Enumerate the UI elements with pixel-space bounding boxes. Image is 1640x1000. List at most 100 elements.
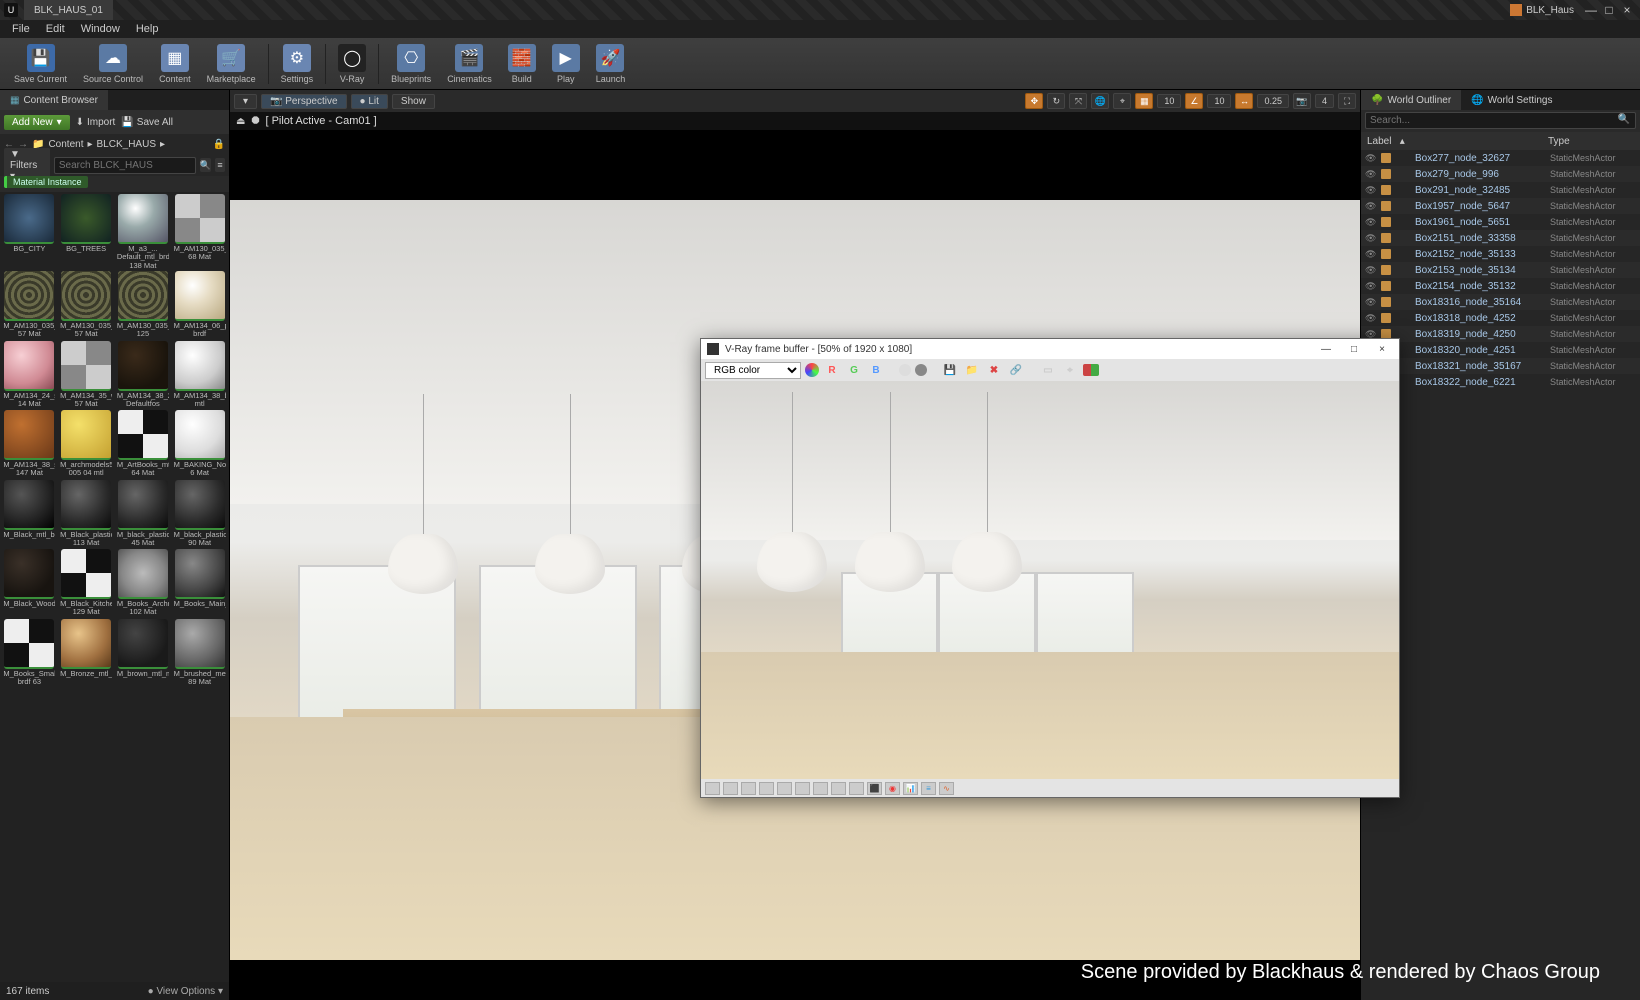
scale-snap-value[interactable]: 0.25 <box>1257 94 1289 108</box>
vfb-sb-10[interactable]: ⬛ <box>867 782 882 795</box>
vfb-link-icon[interactable]: 🔗 <box>1007 362 1025 378</box>
save-current-button[interactable]: 💾Save Current <box>6 42 75 86</box>
save-all-button[interactable]: 💾 Save All <box>121 117 173 128</box>
outliner-row[interactable]: 👁Box18321_node_35167StaticMeshActor <box>1361 358 1640 374</box>
vfb-open-icon[interactable]: 📁 <box>963 362 981 378</box>
close-button[interactable]: × <box>1618 3 1636 17</box>
material-thumbnail[interactable]: M_Bronze_mtl_brdf_40_Mat <box>59 619 114 687</box>
material-thumbnail[interactable]: M_black_plastic_mtl_brdf 45 Mat <box>116 480 171 548</box>
visibility-icon[interactable]: 👁 <box>1365 313 1377 324</box>
visibility-icon[interactable]: 👁 <box>1365 153 1377 164</box>
vfb-sb-12[interactable]: 📊 <box>903 782 918 795</box>
import-button[interactable]: ⬇ Import <box>76 117 116 128</box>
viewport-options-button[interactable]: ▾ <box>234 94 257 109</box>
vfb-mono-switch[interactable] <box>899 364 911 376</box>
material-thumbnail[interactable]: M_AM130_035_005_mtl_brdf 57 Mat <box>59 271 114 339</box>
outliner-row[interactable]: 👁Box1957_node_5647StaticMeshActor <box>1361 198 1640 214</box>
visibility-icon[interactable]: 👁 <box>1365 217 1377 228</box>
marketplace-button[interactable]: 🛒Marketplace <box>199 42 264 86</box>
visibility-icon[interactable]: 👁 <box>1365 265 1377 276</box>
material-thumbnail[interactable]: M_Black_Kitchen_mtl_brdf 129 Mat <box>59 549 114 617</box>
grid-snap-value[interactable]: 10 <box>1157 94 1181 108</box>
launch-button[interactable]: 🚀Launch <box>588 42 634 86</box>
lock-icon[interactable]: 🔒 <box>213 139 225 150</box>
menu-help[interactable]: Help <box>130 23 165 35</box>
vfb-render-view[interactable] <box>701 381 1399 779</box>
grid-snap-icon[interactable]: ▦ <box>1135 93 1153 109</box>
vfb-blue-channel[interactable]: B <box>867 362 885 378</box>
material-thumbnail[interactable]: M_black_plastic_mtl_brdf 90 Mat <box>172 480 227 548</box>
outliner-row[interactable]: 👁Box18320_node_4251StaticMeshActor <box>1361 342 1640 358</box>
stop-pilot-icon[interactable]: ⯃ <box>251 116 259 127</box>
vfb-save-icon[interactable]: 💾 <box>941 362 959 378</box>
vfb-sb-14[interactable]: ∿ <box>939 782 954 795</box>
visibility-icon[interactable]: 👁 <box>1365 249 1377 260</box>
visibility-icon[interactable]: 👁 <box>1365 185 1377 196</box>
outliner-row[interactable]: 👁Box18322_node_6221StaticMeshActor <box>1361 374 1640 390</box>
vfb-sb-11[interactable]: ◉ <box>885 782 900 795</box>
camera-speed-value[interactable]: 4 <box>1315 94 1334 108</box>
vfb-sb-6[interactable]: ⌂ <box>795 782 810 795</box>
vfb-sb-9[interactable]: ⬚ <box>849 782 864 795</box>
material-thumbnail[interactable]: M_AM130_035_007_mtl_brdf 125 <box>116 271 171 339</box>
vfb-clear-icon[interactable]: ✖ <box>985 362 1003 378</box>
material-thumbnail[interactable]: M_AM130_035_003_mtl_brdf 57 Mat <box>2 271 57 339</box>
vfb-sb-1[interactable]: ▦ <box>705 782 720 795</box>
outliner-row[interactable]: 👁Box277_node_32627StaticMeshActor <box>1361 150 1640 166</box>
viewport-maximize-icon[interactable]: ⛶ <box>1338 93 1356 109</box>
vfb-red-channel[interactable]: R <box>823 362 841 378</box>
tab-world-settings[interactable]: 🌐 World Settings <box>1461 90 1562 110</box>
outliner-row[interactable]: 👁Box279_node_996StaticMeshActor <box>1361 166 1640 182</box>
vfb-sb-7[interactable]: i <box>813 782 828 795</box>
scale-snap-icon[interactable]: ↔ <box>1235 93 1253 109</box>
material-thumbnail[interactable]: M_brown_mtl_mtl_brdf <box>116 619 171 687</box>
menu-edit[interactable]: Edit <box>40 23 71 35</box>
material-thumbnail[interactable]: M_Books_Main_Shelf_Test_mtl_brdf <box>172 549 227 617</box>
filter-tag[interactable]: Material Instance <box>4 176 88 188</box>
vfb-sb-13[interactable]: ≡ <box>921 782 936 795</box>
material-thumbnail[interactable]: M_brushed_metal_mtl_brdf 89 Mat <box>172 619 227 687</box>
vfb-region-icon[interactable]: ▭ <box>1039 362 1057 378</box>
outliner-search-input[interactable] <box>1365 112 1636 129</box>
vfb-sb-8[interactable]: H <box>831 782 846 795</box>
settings-button[interactable]: ⚙Settings <box>273 42 322 86</box>
transform-scale-icon[interactable]: ⤧ <box>1069 93 1087 109</box>
material-thumbnail[interactable]: M_a3_... Default_mtl_brdf 138 Mat <box>116 194 171 269</box>
outliner-row[interactable]: 👁Box1961_node_5651StaticMeshActor <box>1361 214 1640 230</box>
vray-frame-buffer-window[interactable]: V-Ray frame buffer - [50% of 1920 x 1080… <box>700 338 1400 798</box>
outliner-row[interactable]: 👁Box18319_node_4250StaticMeshActor <box>1361 326 1640 342</box>
content-search-input[interactable] <box>54 157 196 174</box>
outliner-row[interactable]: 👁Box291_node_32485StaticMeshActor <box>1361 182 1640 198</box>
angle-snap-value[interactable]: 10 <box>1207 94 1231 108</box>
material-thumbnail[interactable]: M_Books_Small_Shelf_mtl brdf 63 <box>2 619 57 687</box>
menu-window[interactable]: Window <box>75 23 126 35</box>
material-thumbnail[interactable]: M_AM134_38_sticker_mtl_brdf 147 Mat <box>2 410 57 478</box>
outliner-row[interactable]: 👁Box2151_node_33358StaticMeshActor <box>1361 230 1640 246</box>
outliner-row[interactable]: 👁Box2153_node_35134StaticMeshActor <box>1361 262 1640 278</box>
camera-speed-icon[interactable]: 📷 <box>1293 93 1311 109</box>
show-button[interactable]: Show <box>392 94 435 109</box>
cinematics-button[interactable]: 🎬Cinematics <box>439 42 500 86</box>
outliner-row[interactable]: 👁Box2152_node_35133StaticMeshActor <box>1361 246 1640 262</box>
crumb-content[interactable]: Content <box>48 139 83 150</box>
col-label[interactable]: Label ▴ <box>1367 136 1548 147</box>
menu-file[interactable]: File <box>6 23 36 35</box>
angle-snap-icon[interactable]: ∠ <box>1185 93 1203 109</box>
material-thumbnail[interactable]: M_Black_mtl_brdf_49_Mat <box>2 480 57 548</box>
coord-space-icon[interactable]: 🌐 <box>1091 93 1109 109</box>
tab-world-outliner[interactable]: 🌳 World Outliner <box>1361 90 1461 110</box>
blueprints-button[interactable]: ⎔Blueprints <box>383 42 439 86</box>
vfb-close-button[interactable]: × <box>1371 344 1393 355</box>
transform-rotate-icon[interactable]: ↻ <box>1047 93 1065 109</box>
minimize-button[interactable]: — <box>1582 3 1600 17</box>
search-settings-icon[interactable]: ≡ <box>215 158 225 172</box>
vfb-mono-switch-2[interactable] <box>915 364 927 376</box>
material-thumbnail[interactable]: M_Black_plastic_mtl_brdf 113 Mat <box>59 480 114 548</box>
col-type[interactable]: Type <box>1548 136 1634 147</box>
build-button[interactable]: 🧱Build <box>500 42 544 86</box>
vfb-ab-icon[interactable] <box>1083 364 1099 376</box>
material-thumbnail[interactable]: BG_CITY <box>2 194 57 269</box>
eject-pilot-icon[interactable]: ⏏ <box>236 116 245 127</box>
vfb-sb-3[interactable]: ◐ <box>741 782 756 795</box>
visibility-icon[interactable]: 👁 <box>1365 297 1377 308</box>
